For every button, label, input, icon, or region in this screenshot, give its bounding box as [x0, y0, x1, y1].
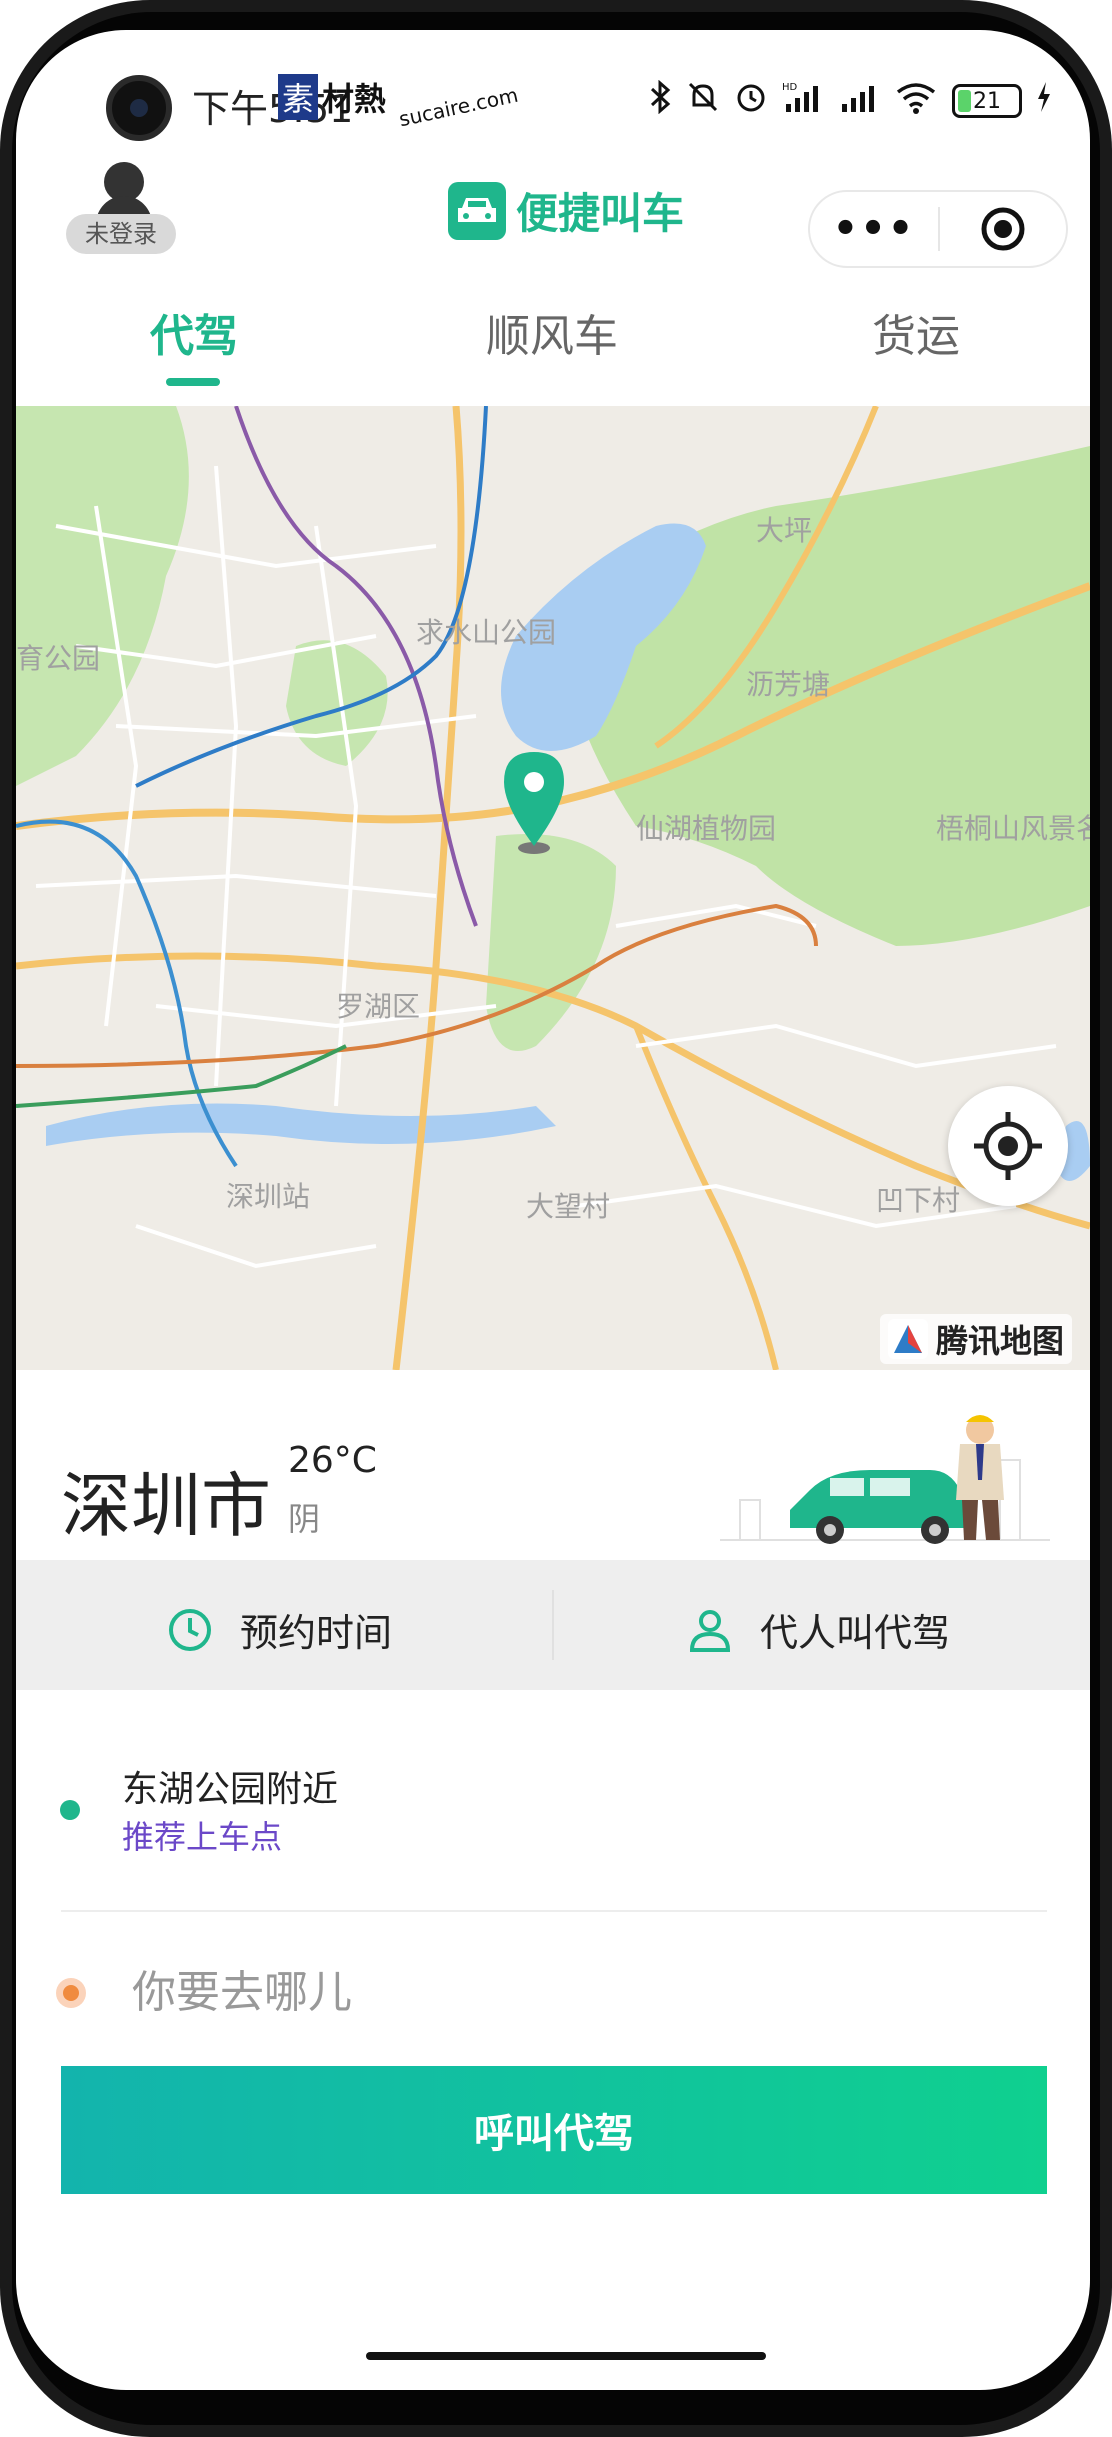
map-label-area2: 深圳站 — [226, 1180, 310, 1213]
river-water — [46, 1103, 556, 1146]
metro-line-orange — [16, 903, 818, 1068]
app-title: 便捷叫车 — [448, 180, 684, 241]
map-label-area6: 凹下村 — [876, 1184, 960, 1217]
charging-icon — [1036, 82, 1052, 120]
clock-icon — [169, 1608, 211, 1651]
map-brand: 腾讯地图 — [879, 1314, 1072, 1364]
more-menu-button[interactable]: ••• — [810, 206, 938, 252]
green-area-river — [486, 834, 616, 1051]
pickup-dot-icon — [60, 1800, 80, 1820]
weather-condition: 阴 — [288, 1500, 321, 1538]
green-area-east — [576, 446, 1090, 946]
map-label-area7: 大坪 — [756, 514, 812, 547]
login-status-label: 未登录 — [66, 214, 176, 254]
tencent-map-logo-icon — [887, 1319, 928, 1359]
bluetooth-icon — [650, 79, 672, 122]
address-panel: 东湖公园附近 推荐上车点 呼叫代驾 — [16, 1690, 1090, 2210]
battery-level — [958, 90, 971, 112]
tab-designated-driver[interactable]: 代驾 — [150, 300, 238, 364]
close-miniprogram-button[interactable] — [940, 206, 1066, 252]
schedule-time-label: 预约时间 — [240, 1611, 393, 1655]
crosshair-icon — [974, 1112, 1042, 1180]
front-camera — [106, 75, 172, 141]
cell-signal-icon-1: HD — [782, 80, 826, 122]
tab-carpool[interactable]: 顺风车 — [486, 300, 618, 364]
driver-car-illustration — [720, 1415, 1050, 1544]
alarm-icon — [734, 80, 768, 122]
service-tabs: 代驾 顺风车 货运 — [16, 300, 1090, 400]
options-divider — [552, 1590, 554, 1660]
address-divider — [61, 1910, 1047, 1912]
map-label-area5: 育公园 — [16, 642, 100, 675]
active-tab-indicator — [166, 378, 220, 386]
proxy-call-option[interactable]: 代人叫代驾 — [686, 1602, 950, 1657]
phone-screen: 下午5:51 素 材熱 sucaire.com HD 21 未登录 便捷叫车 •… — [16, 30, 1090, 2390]
map-label-area4: 沥芳塘 — [746, 668, 830, 701]
map-label-park1: 求水山公园 — [416, 616, 556, 649]
schedule-time-option[interactable]: 预约时间 — [166, 1602, 392, 1657]
person-icon — [689, 1609, 731, 1652]
hd-label: HD — [782, 82, 798, 93]
ride-options-bar: 预约时间 代人叫代驾 — [16, 1560, 1090, 1690]
mute-bell-icon — [686, 80, 720, 122]
map-label-area3: 大望村 — [526, 1190, 610, 1223]
map-label-park2: 仙湖植物园 — [636, 812, 776, 845]
call-driver-button[interactable]: 呼叫代驾 — [61, 2066, 1047, 2194]
wifi-icon — [894, 80, 938, 122]
miniprogram-capsule: ••• — [808, 190, 1068, 268]
locate-me-button[interactable] — [948, 1086, 1068, 1206]
proxy-call-label: 代人叫代驾 — [760, 1611, 951, 1655]
watermark: 素 材熱 sucaire.com — [278, 74, 520, 131]
temperature: 26°C — [288, 1440, 377, 1481]
cell-signal-icon-2 — [840, 80, 880, 122]
destination-dot-icon — [56, 1978, 86, 2008]
target-close-icon — [981, 207, 1025, 251]
pickup-location[interactable]: 东湖公园附近 — [122, 1760, 338, 1812]
map-brand-label: 腾讯地图 — [935, 1322, 1064, 1360]
battery-percent: 21 — [973, 88, 1001, 114]
map-label-park3: 梧桐山风景名胜区 — [936, 812, 1090, 845]
watermark-char: 素 — [278, 74, 319, 120]
watermark-site: sucaire.com — [396, 82, 521, 132]
weather-section: 深圳市 26°C 阴 — [16, 1370, 1090, 1560]
pickup-recommendation[interactable]: 推荐上车点 — [122, 1812, 282, 1858]
city-name: 深圳市 — [61, 1465, 271, 1547]
watermark-text: 材熱 — [322, 80, 387, 118]
app-name: 便捷叫车 — [516, 189, 685, 238]
map-canvas: 求水山公园 仙湖植物园 梧桐山风景名胜区 罗湖区 深圳站 大望村 沥芳塘 育公园… — [16, 406, 1090, 1370]
home-indicator[interactable] — [366, 2352, 766, 2360]
user-login-badge[interactable]: 未登录 — [66, 162, 176, 254]
map-label-area1: 罗湖区 — [336, 990, 420, 1023]
major-road-5 — [633, 1024, 779, 1370]
tab-freight[interactable]: 货运 — [872, 300, 960, 364]
battery-icon: 21 — [952, 84, 1022, 118]
status-icons: HD 21 — [650, 79, 1052, 122]
map-view[interactable]: 求水山公园 仙湖植物园 梧桐山风景名胜区 罗湖区 深圳站 大望村 沥芳塘 育公园… — [16, 406, 1090, 1370]
destination-input[interactable] — [132, 1962, 1032, 2022]
car-logo-icon — [448, 181, 506, 240]
